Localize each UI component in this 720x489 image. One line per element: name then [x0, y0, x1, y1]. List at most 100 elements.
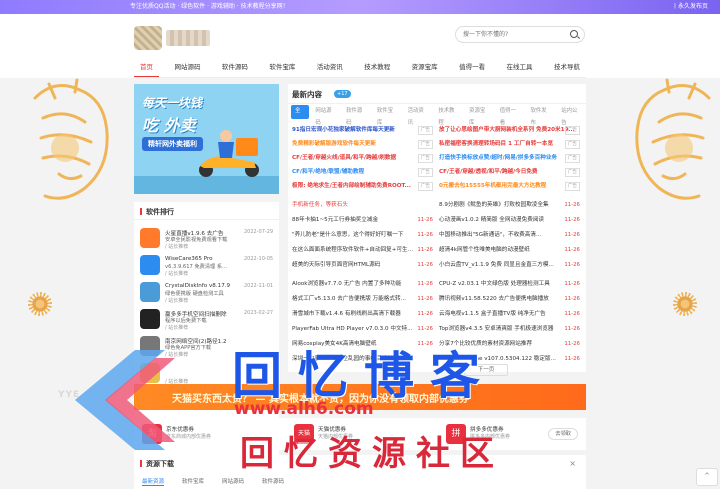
ad-link[interactable]: 放了让心思绘图户带大厨网装机全系列 免费20米19... 广告 [439, 124, 584, 136]
ad-link[interactable]: 免费精彩破解版游戏软件每天更新 广告 [292, 138, 437, 150]
nav-software-library[interactable]: 软件宝库 [263, 58, 301, 78]
item-title: 深圳一次事故结下完全乱园的事终后续网页 [292, 356, 399, 362]
nav-tech-navigation[interactable]: 技术导航 [548, 58, 586, 78]
ad-link[interactable]: 打造快手换标放点赞/超时/网易/拼多多百种业务 广告 [439, 152, 584, 164]
ranking-item[interactable]: CrystalDiskInfo v8.17.9 绿色便携版 硬盘检测工具 202… [140, 282, 276, 306]
nav-worth-a-look[interactable]: 值得一看 [453, 58, 491, 78]
list-item[interactable]: 手机新任务，等获石头 [292, 199, 437, 211]
list-item[interactable]: Top浏览器v4.3.5 安卓清爽版 手机极速浏览器 11-26 [439, 323, 584, 335]
back-to-top-icon[interactable]: ⌃ [696, 468, 718, 486]
ad-link[interactable]: CF/和平/绝地/联盟/辅助教程 广告 [292, 166, 437, 178]
app-source: / 站长推荐 [165, 271, 189, 277]
tab-worth-a-look[interactable]: 值得一看 [496, 105, 525, 126]
ad-link[interactable]: CF/王者/穿越火线/道具/和平/跨越/刷数据 广告 [292, 152, 437, 164]
app-desc: 安卓全民影视免费观看下载 [165, 237, 228, 243]
app-name: CrystalDiskInfo v8.17.9 [165, 283, 231, 289]
ad-text: 0元搬去包15555年机都用完最大方达教程 [439, 183, 547, 189]
ranking-item[interactable]: 赢多多手机空间扫描删除 程序以后免费下载 2023-02-27 / 站长推荐 [140, 309, 276, 333]
list-item[interactable]: 超美的天际引导页面官网HTML源码 11-26 [292, 259, 437, 271]
item-date: 11-26 [564, 326, 580, 332]
takeaway-promo-banner[interactable]: 每天一块钱 吃 外卖 精轩网外卖福利 [134, 84, 279, 194]
list-item[interactable]: 格式工厂v5.13.0 去广告便携版 万能格式转... 11-26 [292, 293, 437, 305]
list-item[interactable]: "养儿防老"是什么意思，这个得好好叮嘱一下 11-26 [292, 229, 437, 241]
nav-home[interactable]: 首页 [134, 58, 159, 78]
next-page-button[interactable]: 下一页 [464, 364, 508, 376]
nav-tutorials[interactable]: 技术教程 [358, 58, 396, 78]
tab-software-source[interactable]: 软件源码 [262, 477, 284, 486]
list-item[interactable]: CPU-Z v2.03.1 中文绿色版 处理器检测工具 11-26 [439, 278, 584, 290]
latest-title: 最新内容 [292, 90, 322, 99]
nav-online-tools[interactable]: 在线工具 [501, 58, 539, 78]
app-source: / 站长推荐 [165, 298, 189, 304]
list-item[interactable]: 小白云盘TV_v1.1.9 免费 同显且金直三方模... 11-26 [439, 259, 584, 271]
watermark-arrow-shape [75, 350, 175, 450]
list-item[interactable]: 心动漫画v1.0.2 精简版 全网动漫免费阅读 11-26 [439, 214, 584, 226]
nav-software-source[interactable]: 软件源码 [216, 58, 254, 78]
list-item[interactable]: 分享7个比较优质的素材资源网站推荐 11-26 [439, 338, 584, 350]
latest-content-panel: 最新内容 +17 全部 网站源码 软件源码 软件宝库 活动资讯 技术教程 资源宝… [288, 84, 586, 376]
tab-website-source[interactable]: 网站源码 [311, 105, 340, 126]
ad-link[interactable]: 私密福密客换清理转场码目 1 工厂自转一本览 广告 [439, 138, 584, 150]
nav-website-source[interactable]: 网站源码 [168, 58, 206, 78]
ad-link[interactable]: 91指日宏观小花独家破解软件库每天更新 广告 [292, 124, 437, 136]
tab-announcements[interactable]: 站内公告 [557, 105, 586, 126]
app-desc: 绿色便携版 硬盘检测工具 [165, 291, 224, 297]
tab-software-source[interactable]: 软件源码 [342, 105, 371, 126]
ad-link[interactable]: CF/王者/穿越/透视/和平/跨越/今日免费 广告 [439, 166, 584, 178]
tiger-decoration-left [33, 78, 109, 200]
list-item[interactable]: 腾讯视频v11.58.5220 去广告便携电脑播放 11-26 [439, 293, 584, 305]
tab-latest-resources[interactable]: 最新资源 [142, 477, 165, 486]
list-item[interactable]: 中国移动推出"5G新通话"，不收费高清... 11-26 [439, 229, 584, 241]
coupon-card-pdd[interactable]: 拼 拼多多优惠券 拼多多内部优惠券 去领取 [442, 422, 582, 446]
claim-button[interactable]: 去领取 [548, 428, 578, 440]
item-date: 11-26 [417, 281, 433, 287]
tab-software-library[interactable]: 软件宝库 [373, 105, 402, 126]
search-icon[interactable] [570, 30, 578, 38]
permanent-page-link[interactable]: 丨永久发布页 [672, 0, 708, 14]
list-item[interactable]: PlayerFab Ultra HD Player v7.0.3.0 中文特..… [292, 323, 437, 335]
item-date: 11-26 [417, 326, 433, 332]
item-title: 手机新任务，等获石头 [292, 202, 348, 208]
list-item[interactable]: Google Chrome v107.0.5304.122 稳定版... 11-2… [439, 353, 584, 365]
tab-resources[interactable]: 资源宝库 [465, 105, 494, 126]
list-item[interactable]: 8.9分剧剧《鱿鱼的英雄》打败校园欺凌全集 11-26 [439, 199, 584, 211]
ranking-item[interactable]: 火星直播v1.9.6 去广告 安卓全民影视免费观看下载 2022-07-29 /… [140, 228, 276, 252]
list-item[interactable]: 深圳一次事故结下完全乱园的事终后续网页 [292, 353, 437, 365]
list-item[interactable]: 云海电视v1.1.5 盒子直播TV版 纯净无广告 11-26 [439, 308, 584, 320]
ad-tag: 广告 [564, 140, 580, 149]
ad-text: CF/和平/绝地/联盟/辅助教程 [292, 169, 365, 175]
list-item[interactable]: 在这么面面系统程序软件软件+自动回复+可生... 11-26 [292, 244, 437, 256]
search-box [455, 26, 585, 43]
coupon-card-tmall[interactable]: 天猫 天猫优惠券 天猫内部优惠券 [290, 422, 430, 446]
ad-link[interactable]: 0元搬去包15555年机都用完最大方达教程 广告 [439, 180, 584, 192]
tab-events[interactable]: 活动资讯 [404, 105, 433, 126]
tab-website-source[interactable]: 网站源码 [222, 477, 244, 486]
ad-link[interactable]: 极限: 绝地求生/王者内部绘制辅助免费ROOT... 广告 [292, 180, 437, 192]
item-title: 在这么面面系统程序软件软件+自动回复+可生... [292, 247, 413, 253]
tab-software-library[interactable]: 软件宝库 [182, 477, 204, 486]
tab-all[interactable]: 全部 [291, 105, 310, 126]
item-title: 网易cosplay美女4K高清电脑壁纸 [292, 341, 377, 347]
item-title: 超美的天际引导页面官网HTML源码 [292, 262, 381, 268]
item-title: 云海电视v1.1.5 盒子直播TV版 纯净无广告 [439, 311, 546, 317]
close-icon[interactable]: × [569, 459, 576, 468]
pinduoduo-icon: 拼 [446, 424, 466, 444]
ranking-item[interactable]: WiseCare365 Pro v6.3.9.617 免费清理 系... 202… [140, 255, 276, 279]
logo-text [166, 30, 210, 46]
list-item[interactable]: 超清4k网管个性唯美电脑的动漫壁纸 11-26 [439, 244, 584, 256]
list-item[interactable]: 滑雪城市下载v1.4.6 有刷线刷出高清下载器 11-26 [292, 308, 437, 320]
card-desc: 天猫内部优惠券 [318, 434, 354, 440]
list-item[interactable]: Alook浏览器v7.7.0 无广告 内置了多种功能 11-26 [292, 278, 437, 290]
tab-tutorials[interactable]: 技术教程 [434, 105, 463, 126]
tmall-icon: 天猫 [294, 424, 314, 444]
tab-software-release[interactable]: 软件发布 [527, 105, 556, 126]
list-item[interactable]: 网易cosplay美女4K高清电脑壁纸 11-26 [292, 338, 437, 350]
site-logo[interactable] [134, 24, 212, 52]
item-title: "养儿防老"是什么意思，这个得好好叮嘱一下 [292, 232, 404, 238]
nav-events[interactable]: 活动资讯 [311, 58, 349, 78]
ad-tag: 广告 [564, 154, 580, 163]
search-input[interactable] [456, 27, 566, 42]
app-icon [140, 309, 160, 329]
list-item[interactable]: 88年卡抽1~5元工行券抽奖立减金 11-26 [292, 214, 437, 226]
nav-resources[interactable]: 资源宝库 [406, 58, 444, 78]
